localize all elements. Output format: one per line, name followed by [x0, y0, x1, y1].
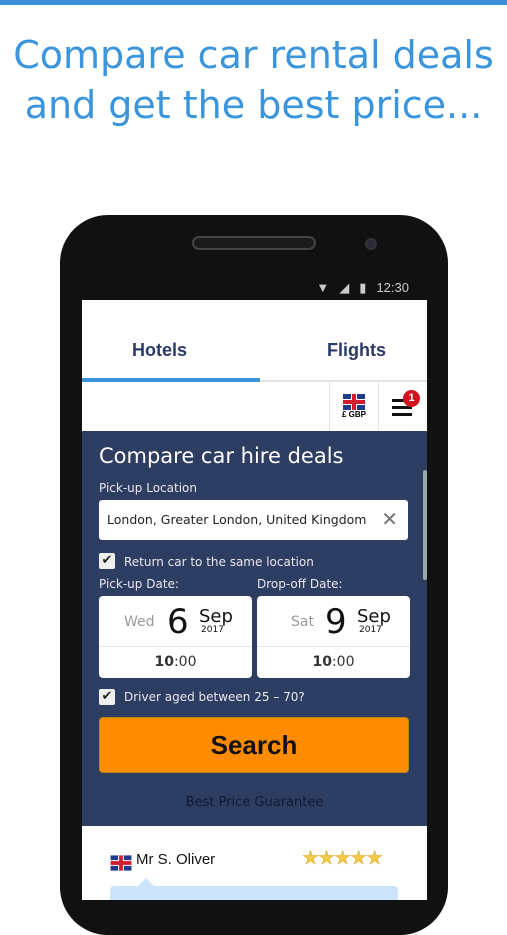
pickup-date-label: Pick-up Date: [99, 577, 179, 591]
headline: Compare car rental deals and get the bes… [13, 33, 494, 127]
same-location-checkbox[interactable]: ✔ [99, 553, 115, 569]
pickup-dow: Wed [124, 614, 155, 630]
form-title: Compare car hire deals [99, 444, 344, 468]
review-bubble [110, 878, 398, 900]
driver-age-checkbox[interactable]: ✔ [99, 689, 115, 705]
status-time: 12:30 [376, 280, 409, 295]
pickup-date-picker[interactable]: Wed 6 Sep 2017 10:00 [99, 596, 252, 678]
tab-hotels[interactable]: Hotels [132, 340, 187, 361]
star-rating-icon: ★★★★★ [302, 847, 384, 870]
search-form: Compare car hire deals Pick-up Location … [82, 431, 427, 826]
search-button[interactable]: Search [99, 717, 409, 773]
dropoff-date-label: Drop-off Date: [257, 577, 343, 591]
battery-icon: ▮ [359, 279, 367, 295]
phone-speaker [192, 236, 316, 250]
scrollbar[interactable] [423, 470, 427, 580]
pickup-location-input[interactable]: London, Greater London, United Kingdom ✕ [99, 500, 408, 540]
pickup-day: 6 [167, 602, 189, 642]
dropoff-year: 2017 [359, 625, 382, 635]
reviewer-name: Mr S. Oliver [136, 851, 216, 868]
currency-label: £ GBP [341, 410, 366, 419]
pickup-location-value: London, Greater London, United Kingdom [107, 512, 367, 527]
best-price-guarantee: Best Price Guarantee [185, 795, 324, 810]
tab-flights[interactable]: Flights [327, 340, 386, 361]
review-card: Mr S. Oliver ★★★★★ [82, 826, 427, 900]
same-location-label: Return car to the same location [124, 555, 314, 569]
app-screen: Hotels Flights £ GBP 1 Compare car hire … [82, 300, 427, 900]
toolbar: £ GBP 1 [82, 382, 427, 431]
dropoff-dow: Sat [291, 614, 314, 630]
uk-flag-icon [110, 855, 132, 871]
wifi-icon: ▼ [316, 280, 330, 295]
clear-icon[interactable]: ✕ [381, 508, 398, 530]
uk-flag-icon [343, 394, 365, 410]
signal-icon: ◢ [339, 279, 350, 295]
notification-badge: 1 [403, 390, 420, 407]
top-accent-line [0, 0, 507, 5]
dropoff-month: Sep [357, 606, 391, 627]
dropoff-date-picker[interactable]: Sat 9 Sep 2017 10:00 [257, 596, 410, 678]
status-bar: ▼ ◢ ▮ 12:30 [82, 275, 427, 300]
pickup-time[interactable]: 10:00 [99, 646, 252, 670]
tab-bar: Hotels Flights [82, 300, 427, 382]
phone-camera [365, 238, 377, 250]
driver-age-label: Driver aged between 25 – 70? [124, 690, 305, 704]
pickup-year: 2017 [201, 625, 224, 635]
pickup-month: Sep [199, 606, 233, 627]
currency-button[interactable]: £ GBP [329, 382, 379, 431]
dropoff-day: 9 [325, 602, 347, 642]
pickup-location-label: Pick-up Location [99, 481, 197, 495]
dropoff-time[interactable]: 10:00 [257, 646, 410, 670]
